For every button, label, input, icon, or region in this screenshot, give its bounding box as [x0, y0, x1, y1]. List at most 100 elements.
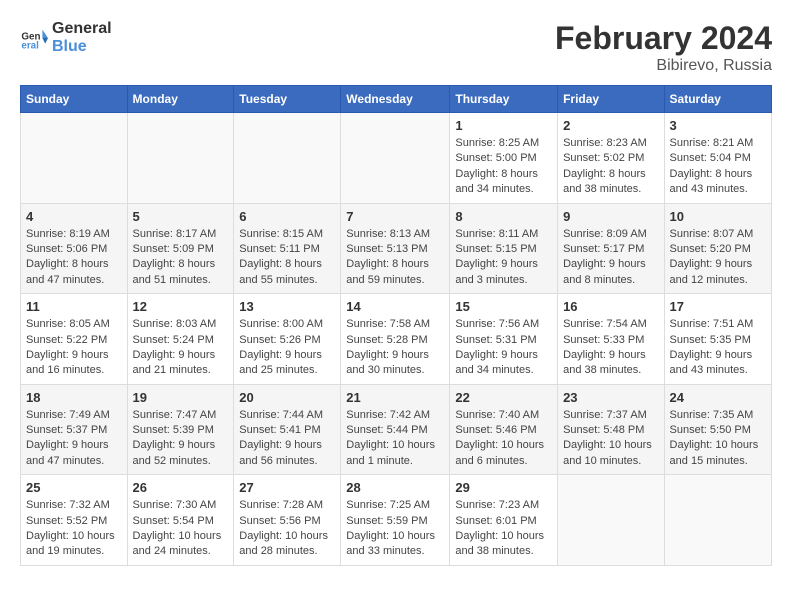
day-info: Sunrise: 7:51 AM Sunset: 5:35 PM Dayligh… [670, 317, 766, 379]
day-number: 9 [563, 209, 658, 224]
calendar-cell: 13Sunrise: 8:00 AM Sunset: 5:26 PM Dayli… [234, 294, 341, 385]
header-tuesday: Tuesday [234, 86, 341, 113]
day-info: Sunrise: 7:35 AM Sunset: 5:50 PM Dayligh… [670, 408, 766, 470]
header-friday: Friday [558, 86, 664, 113]
day-info: Sunrise: 7:54 AM Sunset: 5:33 PM Dayligh… [563, 317, 658, 379]
day-number: 1 [455, 118, 552, 133]
calendar-week-row: 4 Sunrise: 8:19 AM Sunset: 5:06 PM Daylig… [21, 203, 772, 294]
calendar-cell: 22 Sunrise: 7:40 AM Sunset: 5:46 PM Dayli… [450, 384, 558, 475]
day-info: Sunrise: 8:25 AM Sunset: 5:00 PM Dayligh… [455, 136, 552, 198]
calendar-cell: 10Sunrise: 8:07 AM Sunset: 5:20 PM Dayli… [664, 203, 771, 294]
day-number: 27 [239, 480, 335, 495]
calendar-cell: 14Sunrise: 7:58 AM Sunset: 5:28 PM Dayli… [341, 294, 450, 385]
day-number: 6 [239, 209, 335, 224]
day-number: 16 [563, 299, 658, 314]
day-info: Sunrise: 7:23 AM Sunset: 6:01 PM Dayligh… [455, 498, 552, 560]
calendar-cell: 15 Sunrise: 7:56 AM Sunset: 5:31 PM Dayli… [450, 294, 558, 385]
calendar-cell: 19 Sunrise: 7:47 AM Sunset: 5:39 PM Dayli… [127, 384, 234, 475]
day-number: 19 [133, 390, 229, 405]
day-info: Sunrise: 7:37 AM Sunset: 5:48 PM Dayligh… [563, 408, 658, 470]
day-number: 4 [26, 209, 122, 224]
calendar-cell [21, 113, 128, 204]
calendar-cell [341, 113, 450, 204]
calendar-week-row: 1 Sunrise: 8:25 AM Sunset: 5:00 PM Daylig… [21, 113, 772, 204]
calendar-cell: 11 Sunrise: 8:05 AM Sunset: 5:22 PM Dayli… [21, 294, 128, 385]
calendar-week-row: 25 Sunrise: 7:32 AM Sunset: 5:52 PM Dayli… [21, 475, 772, 566]
calendar-cell: 23 Sunrise: 7:37 AM Sunset: 5:48 PM Dayli… [558, 384, 664, 475]
calendar-cell [664, 475, 771, 566]
day-number: 24 [670, 390, 766, 405]
calendar-cell: 27 Sunrise: 7:28 AM Sunset: 5:56 PM Dayli… [234, 475, 341, 566]
day-info: Sunrise: 8:15 AM Sunset: 5:11 PM Dayligh… [239, 227, 335, 289]
day-info: Sunrise: 8:21 AM Sunset: 5:04 PM Dayligh… [670, 136, 766, 198]
day-number: 12 [133, 299, 229, 314]
day-number: 3 [670, 118, 766, 133]
day-info: Sunrise: 7:32 AM Sunset: 5:52 PM Dayligh… [26, 498, 122, 560]
header-wednesday: Wednesday [341, 86, 450, 113]
day-number: 28 [346, 480, 444, 495]
day-info: Sunrise: 7:28 AM Sunset: 5:56 PM Dayligh… [239, 498, 335, 560]
day-info: Sunrise: 7:58 AM Sunset: 5:28 PM Dayligh… [346, 317, 444, 379]
day-info: Sunrise: 7:44 AM Sunset: 5:41 PM Dayligh… [239, 408, 335, 470]
day-info: Sunrise: 8:23 AM Sunset: 5:02 PM Dayligh… [563, 136, 658, 198]
day-number: 29 [455, 480, 552, 495]
calendar-cell: 20 Sunrise: 7:44 AM Sunset: 5:41 PM Dayli… [234, 384, 341, 475]
day-info: Sunrise: 7:42 AM Sunset: 5:44 PM Dayligh… [346, 408, 444, 470]
calendar-cell: 25 Sunrise: 7:32 AM Sunset: 5:52 PM Dayli… [21, 475, 128, 566]
header-thursday: Thursday [450, 86, 558, 113]
day-number: 22 [455, 390, 552, 405]
calendar-cell [127, 113, 234, 204]
header-saturday: Saturday [664, 86, 771, 113]
calendar-cell: 26 Sunrise: 7:30 AM Sunset: 5:54 PM Dayli… [127, 475, 234, 566]
day-info: Sunrise: 8:00 AM Sunset: 5:26 PM Dayligh… [239, 317, 335, 379]
header-monday: Monday [127, 86, 234, 113]
calendar-cell: 24 Sunrise: 7:35 AM Sunset: 5:50 PM Dayli… [664, 384, 771, 475]
day-number: 21 [346, 390, 444, 405]
day-number: 23 [563, 390, 658, 405]
svg-text:eral: eral [21, 40, 39, 51]
logo-icon: Gen eral [20, 24, 48, 52]
calendar-table: SundayMondayTuesdayWednesdayThursdayFrid… [20, 85, 772, 566]
day-info: Sunrise: 7:47 AM Sunset: 5:39 PM Dayligh… [133, 408, 229, 470]
day-info: Sunrise: 8:05 AM Sunset: 5:22 PM Dayligh… [26, 317, 122, 379]
calendar-subtitle: Bibirevo, Russia [555, 57, 772, 75]
day-info: Sunrise: 8:19 AM Sunset: 5:06 PM Dayligh… [26, 227, 122, 289]
calendar-cell: 7 Sunrise: 8:13 AM Sunset: 5:13 PM Daylig… [341, 203, 450, 294]
logo-text: General Blue [52, 20, 112, 55]
calendar-header-row: SundayMondayTuesdayWednesdayThursdayFrid… [21, 86, 772, 113]
day-number: 20 [239, 390, 335, 405]
day-info: Sunrise: 8:03 AM Sunset: 5:24 PM Dayligh… [133, 317, 229, 379]
calendar-cell: 29 Sunrise: 7:23 AM Sunset: 6:01 PM Dayli… [450, 475, 558, 566]
calendar-cell [558, 475, 664, 566]
header-sunday: Sunday [21, 86, 128, 113]
calendar-cell: 6 Sunrise: 8:15 AM Sunset: 5:11 PM Daylig… [234, 203, 341, 294]
day-info: Sunrise: 7:49 AM Sunset: 5:37 PM Dayligh… [26, 408, 122, 470]
calendar-cell: 18Sunrise: 7:49 AM Sunset: 5:37 PM Dayli… [21, 384, 128, 475]
calendar-cell: 9 Sunrise: 8:09 AM Sunset: 5:17 PM Daylig… [558, 203, 664, 294]
logo: Gen eral General Blue [20, 20, 112, 55]
day-info: Sunrise: 8:07 AM Sunset: 5:20 PM Dayligh… [670, 227, 766, 289]
calendar-cell: 2Sunrise: 8:23 AM Sunset: 5:02 PM Daylig… [558, 113, 664, 204]
calendar-cell: 5Sunrise: 8:17 AM Sunset: 5:09 PM Daylig… [127, 203, 234, 294]
day-info: Sunrise: 7:56 AM Sunset: 5:31 PM Dayligh… [455, 317, 552, 379]
day-info: Sunrise: 7:30 AM Sunset: 5:54 PM Dayligh… [133, 498, 229, 560]
day-number: 25 [26, 480, 122, 495]
day-info: Sunrise: 7:40 AM Sunset: 5:46 PM Dayligh… [455, 408, 552, 470]
day-info: Sunrise: 8:09 AM Sunset: 5:17 PM Dayligh… [563, 227, 658, 289]
day-info: Sunrise: 8:13 AM Sunset: 5:13 PM Dayligh… [346, 227, 444, 289]
calendar-cell: 4 Sunrise: 8:19 AM Sunset: 5:06 PM Daylig… [21, 203, 128, 294]
calendar-cell [234, 113, 341, 204]
day-number: 5 [133, 209, 229, 224]
calendar-cell: 21 Sunrise: 7:42 AM Sunset: 5:44 PM Dayli… [341, 384, 450, 475]
page-header: Gen eral General Blue February 2024 Bibi… [20, 20, 772, 75]
day-info: Sunrise: 7:25 AM Sunset: 5:59 PM Dayligh… [346, 498, 444, 560]
calendar-week-row: 18Sunrise: 7:49 AM Sunset: 5:37 PM Dayli… [21, 384, 772, 475]
day-number: 7 [346, 209, 444, 224]
day-number: 15 [455, 299, 552, 314]
day-info: Sunrise: 8:11 AM Sunset: 5:15 PM Dayligh… [455, 227, 552, 289]
day-number: 11 [26, 299, 122, 314]
title-block: February 2024 Bibirevo, Russia [555, 20, 772, 75]
day-number: 8 [455, 209, 552, 224]
day-number: 26 [133, 480, 229, 495]
calendar-cell: 3 Sunrise: 8:21 AM Sunset: 5:04 PM Daylig… [664, 113, 771, 204]
